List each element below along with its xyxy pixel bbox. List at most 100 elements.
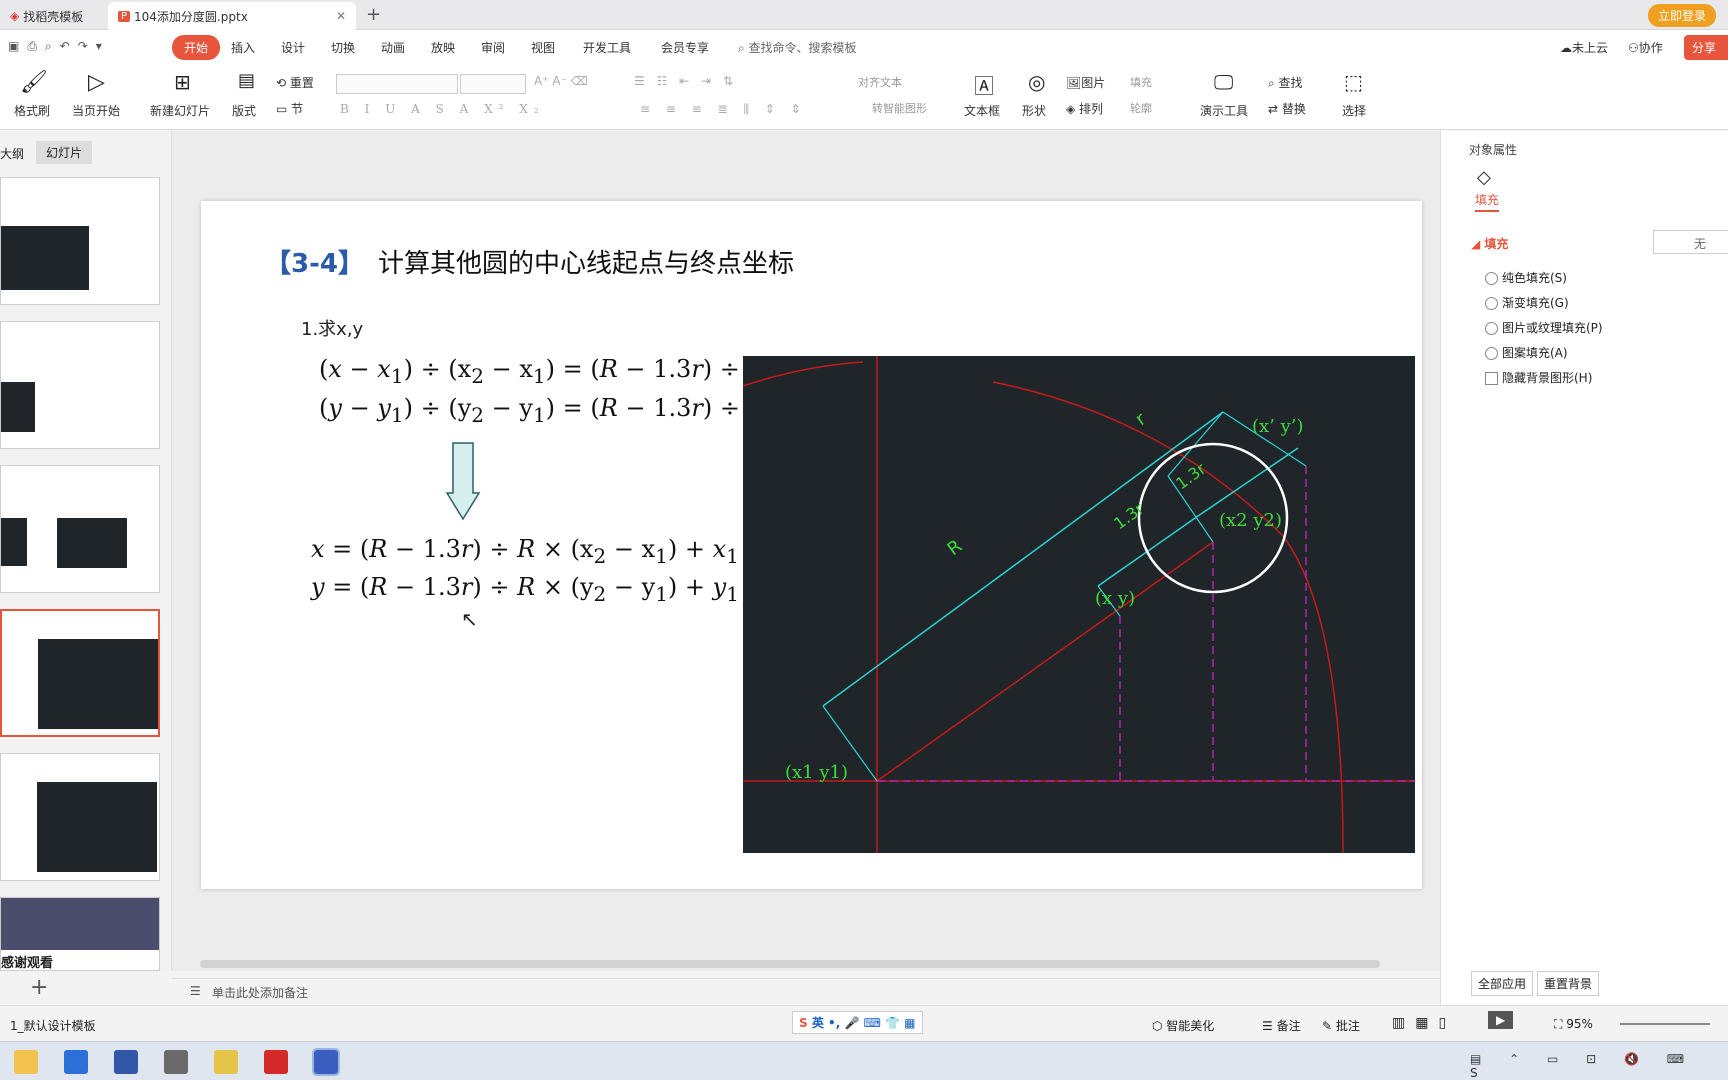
find-button[interactable]: ⌕ 查找 — [1268, 74, 1303, 91]
outline-button[interactable]: 轮廓 — [1130, 100, 1152, 116]
slide-thumbnail-1[interactable] — [0, 177, 160, 305]
menu-tab-member[interactable]: 会员专享 — [661, 39, 709, 56]
sogou-icon: S — [799, 1016, 808, 1030]
slide-thumbnail-6[interactable]: 感谢观看 — [0, 897, 160, 971]
view-mode-icons[interactable]: ▥▦▯ — [1392, 1015, 1456, 1031]
equation-3[interactable]: x = (R − 1.3r) ÷ R × (x2 − x1) + x1 — [311, 535, 739, 568]
menu-tab-view[interactable]: 视图 — [531, 39, 555, 56]
font-grow-icon[interactable]: A⁺ A⁻ ⌫ — [534, 74, 588, 88]
tab-template[interactable]: ◈ 找稻壳模板 — [0, 2, 108, 30]
fill-option-picture[interactable]: 图片或纹理填充(P) — [1485, 319, 1603, 336]
zoom-slider[interactable] — [1620, 1023, 1710, 1025]
textbox-button[interactable]: 文本框 — [964, 102, 1000, 119]
fill-option-solid[interactable]: 纯色填充(S) — [1485, 269, 1567, 286]
cad-drawing[interactable]: R r 1.3r 1.3r (x’ y’) (x2 y2) (x y) (x1 … — [743, 356, 1415, 853]
command-search[interactable]: ⌕ 查找命令、搜索模板 — [738, 39, 857, 56]
mouse-cursor-icon: ↖ — [461, 607, 478, 631]
zoom-level[interactable]: ⛶ 95% — [1554, 1017, 1593, 1032]
tab-slides[interactable]: 幻灯片 — [36, 141, 93, 164]
new-tab-button[interactable]: + — [366, 4, 381, 25]
menu-tab-transition[interactable]: 切换 — [331, 39, 355, 56]
shape-icon: ◎ — [1028, 70, 1046, 94]
menu-tab-slideshow[interactable]: 放映 — [431, 39, 455, 56]
notes-toggle-button[interactable]: ☰ 备注 — [1262, 1017, 1301, 1034]
close-icon[interactable]: ✕ — [336, 9, 346, 23]
section-button[interactable]: ▭ 节 — [276, 100, 303, 117]
equation-2[interactable]: (y − y1) ÷ (y2 − y1) = (R − 1.3r) ÷ R — [319, 394, 766, 427]
notes-app-icon[interactable] — [214, 1050, 238, 1074]
properties-title[interactable]: 对象属性 — [1469, 141, 1517, 158]
apply-all-button[interactable]: 全部应用 — [1471, 971, 1534, 996]
font-name-select[interactable] — [336, 74, 458, 94]
calculator-icon[interactable] — [164, 1050, 188, 1074]
app-icon[interactable] — [114, 1050, 138, 1074]
fill-section[interactable]: ◢ 填充 — [1471, 235, 1508, 252]
arrange-button[interactable]: ◈ 排列 — [1066, 100, 1103, 117]
add-slide-button[interactable]: + — [30, 975, 48, 1000]
from-current-button[interactable]: 当页开始 — [72, 102, 120, 119]
hide-background-label: 隐藏背景图形(H) — [1502, 371, 1593, 385]
share-button[interactable]: 分享 — [1684, 35, 1728, 60]
equation-4[interactable]: y = (R − 1.3r) ÷ R × (y2 − y1) + y1 — [311, 573, 739, 606]
slide-thumbnail-2[interactable] — [0, 321, 160, 449]
template-name[interactable]: 1_默认设计模板 — [10, 1017, 96, 1034]
fill-option-gradient[interactable]: 渐变填充(G) — [1485, 294, 1569, 311]
menu-tab-animation[interactable]: 动画 — [381, 39, 405, 56]
menu-tab-review[interactable]: 审阅 — [481, 39, 505, 56]
quick-access-icons[interactable]: ▣⎙⌕↶↷▾ — [8, 39, 110, 54]
equation-1[interactable]: (x − x1) ÷ (x2 − x1) = (R − 1.3r) ÷ R — [319, 355, 766, 388]
presenter-icon: 🖵 — [1214, 70, 1234, 94]
menu-tab-developer[interactable]: 开发工具 — [583, 39, 631, 56]
format-painter-button[interactable]: 格式刷 — [14, 102, 50, 119]
reset-background-button[interactable]: 重置背景 — [1537, 971, 1600, 996]
align-icons[interactable]: ≡ ≡ ≡ ≣ ⫼ ⇕ ⇕ — [640, 102, 807, 117]
mail-icon[interactable] — [64, 1050, 88, 1074]
select-button[interactable]: 选择 — [1342, 102, 1366, 119]
text-format-icons[interactable]: B I U A S A X² X₂ — [340, 102, 545, 116]
folder-icon[interactable] — [14, 1050, 38, 1074]
thumbnail-image — [57, 518, 127, 568]
notes-bar[interactable]: ☰ 单击此处添加备注 — [172, 978, 1440, 1004]
login-button[interactable]: 立即登录 — [1648, 4, 1717, 27]
replace-button[interactable]: ⇄ 替换 — [1268, 100, 1306, 117]
cloud-status[interactable]: ☁未上云 — [1560, 39, 1608, 56]
presenter-tools-button[interactable]: 演示工具 — [1200, 102, 1248, 119]
tab-outline[interactable]: 大纲 — [0, 145, 24, 162]
fill-type-select[interactable]: 无 — [1653, 230, 1728, 254]
wps-icon[interactable] — [264, 1050, 288, 1074]
reset-button[interactable]: ⟲ 重置 — [276, 74, 314, 91]
tab-fill[interactable]: 填充 — [1475, 191, 1500, 212]
slide-thumbnail-5[interactable] — [0, 753, 160, 881]
menu-tab-home[interactable]: 开始 — [172, 35, 221, 60]
list-icons[interactable]: ☰ ☷ ⇤ ⇥ ⇅ — [634, 74, 737, 88]
shape-button[interactable]: 形状 — [1022, 102, 1046, 119]
section-icon: ▭ — [276, 102, 292, 116]
active-app-icon[interactable] — [312, 1048, 340, 1076]
fill-option-pattern[interactable]: 图案填充(A) — [1485, 344, 1568, 361]
comment-button[interactable]: ✎ 批注 — [1322, 1017, 1360, 1034]
horizontal-scrollbar[interactable] — [200, 960, 1380, 968]
collab-button[interactable]: ⚇协作 — [1628, 39, 1663, 56]
new-slide-button[interactable]: 新建幻灯片 — [150, 102, 210, 119]
align-text-button[interactable]: 对齐文本 — [858, 74, 902, 90]
slide[interactable]: 【3-4】 计算其他圆的中心线起点与终点坐标 1.求x,y (x − x1) ÷ … — [201, 201, 1422, 889]
font-size-select[interactable] — [460, 74, 526, 94]
fill-option-gradient-label: 渐变填充(G) — [1502, 296, 1569, 310]
menu-tab-insert[interactable]: 插入 — [231, 39, 255, 56]
picture-button[interactable]: 🖼图片 — [1066, 74, 1105, 91]
system-tray-icons[interactable]: ▤ ⌃ ▭ ⊡ 🔇 ⌨ S — [1470, 1052, 1728, 1080]
fill-button[interactable]: 填充 — [1130, 74, 1152, 90]
slide-thumbnail-3[interactable] — [0, 465, 160, 593]
hide-background-checkbox[interactable]: 隐藏背景图形(H) — [1485, 369, 1592, 386]
menu-tab-design[interactable]: 设计 — [281, 39, 305, 56]
slide-thumbnail-4-active[interactable] — [0, 609, 160, 737]
slide-title[interactable]: 【3-4】 计算其他圆的中心线起点与终点坐标 — [265, 243, 794, 280]
smart-beautify-button[interactable]: ⬡ 智能美化 — [1152, 1017, 1214, 1034]
play-slideshow-button[interactable]: ▶ — [1488, 1011, 1514, 1029]
step-label[interactable]: 1.求x,y — [301, 315, 363, 341]
tab-document[interactable]: P 104添加分度圆.pptx ✕ — [108, 2, 356, 30]
smartart-button[interactable]: 转智能图形 — [872, 100, 927, 116]
ime-toolbar[interactable]: S 英 •, 🎤 ⌨ 👕 ▦ — [792, 1011, 923, 1034]
tab-document-label: 104添加分度圆.pptx — [134, 9, 248, 24]
layout-button[interactable]: 版式 — [232, 102, 256, 119]
